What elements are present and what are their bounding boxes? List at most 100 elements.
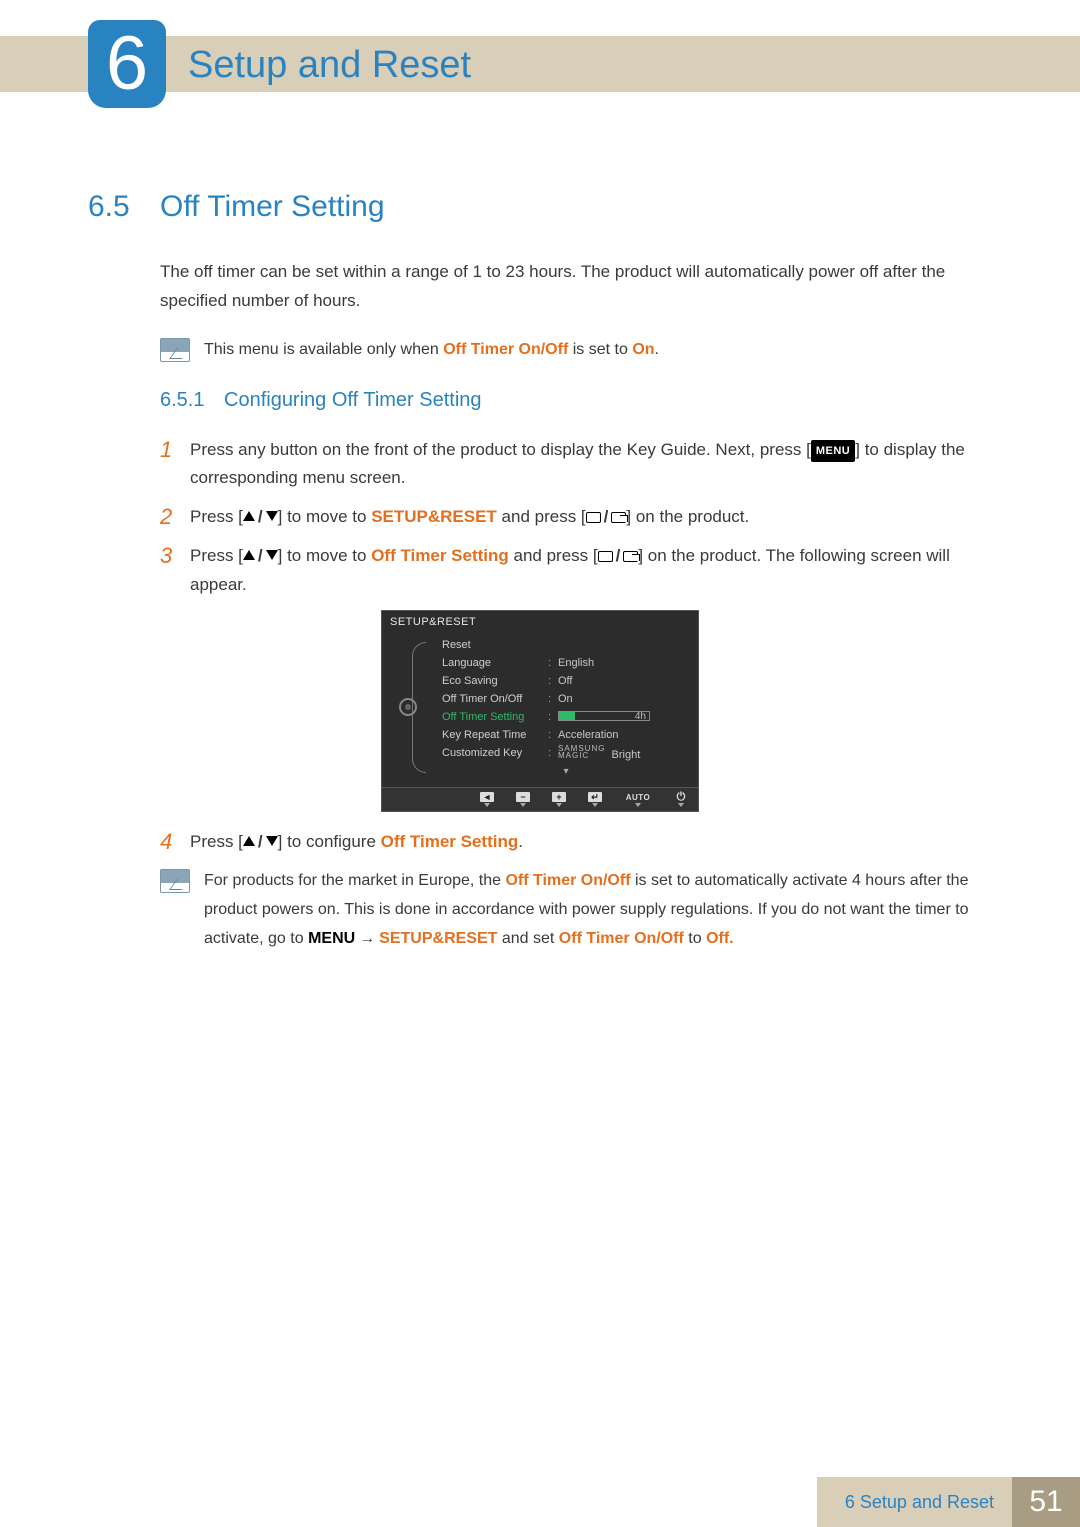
osd-screenshot: SETUP&RESET Reset Language:English Eco S…: [381, 610, 699, 812]
n2b1: Off Timer On/Off: [505, 872, 630, 889]
menu-chip-icon: MENU: [811, 440, 855, 463]
step-1: 1 Press any button on the front of the p…: [160, 436, 992, 494]
osd-enter-button: ↵: [588, 792, 602, 807]
osd-body: Reset Language:English Eco Saving:Off Of…: [382, 630, 698, 787]
osd-setting-label: Off Timer Setting: [442, 711, 548, 723]
osd-onoff-value: On: [558, 693, 690, 705]
s4target: Off Timer Setting: [381, 832, 519, 851]
power-icon: [674, 792, 688, 802]
slash-icon: /: [613, 546, 624, 565]
section-heading: 6.5 Off Timer Setting: [88, 190, 992, 224]
osd-slider: 4h: [558, 711, 650, 721]
step-3-num: 3: [160, 542, 190, 600]
colon: :: [548, 711, 558, 723]
footer-chapter-label: 6 Setup and Reset: [817, 1477, 1012, 1527]
arrow-right-icon: →: [355, 930, 379, 947]
osd-custom-label: Customized Key: [442, 747, 548, 759]
osd-row-onoff: Off Timer On/Off:On: [442, 690, 690, 708]
intro-paragraph: The off timer can be set within a range …: [160, 258, 992, 316]
note-icon: [160, 338, 190, 362]
osd-back-button: ◄: [480, 792, 494, 807]
colon: :: [548, 693, 558, 705]
s2target: SETUP&RESET: [371, 507, 497, 526]
colon: :: [548, 675, 558, 687]
osd-row-repeat: Key Repeat Time:Acceleration: [442, 726, 690, 744]
n2off: Off.: [706, 930, 734, 947]
subsection-heading: 6.5.1 Configuring Off Timer Setting: [160, 389, 992, 412]
n2a: For products for the market in Europe, t…: [204, 872, 505, 889]
osd-row-language: Language:English: [442, 654, 690, 672]
s4b: ] to configure: [278, 832, 381, 851]
osd-onoff-label: Off Timer On/Off: [442, 693, 548, 705]
step-3: 3 Press [ / ] to move to Off Timer Setting…: [160, 542, 992, 600]
subsection-number: 6.5.1: [160, 389, 224, 412]
caret-down-icon: [484, 803, 490, 807]
section-number: 6.5: [88, 190, 160, 224]
box-icon: [598, 551, 613, 562]
box-icon: [586, 512, 601, 523]
triangle-down-icon: [266, 836, 278, 846]
osd-language-label: Language: [442, 657, 548, 669]
s2b: ] to move to: [278, 507, 372, 526]
triangle-down-icon: [266, 511, 278, 521]
slash-icon: /: [601, 507, 612, 526]
colon: :: [548, 657, 558, 669]
note-icon: [160, 869, 190, 893]
step-2: 2 Press [/] to move to SETUP&RESET and p…: [160, 503, 992, 532]
chapter-title: Setup and Reset: [188, 44, 471, 87]
osd-reset-label: Reset: [442, 639, 548, 651]
caret-down-icon: [635, 803, 641, 807]
caret-down-icon: [520, 803, 526, 807]
colon: :: [548, 747, 558, 759]
plus-icon: +: [552, 792, 566, 802]
caret-down-icon: [678, 803, 684, 807]
n2d: to: [684, 930, 706, 947]
step-4-num: 4: [160, 828, 190, 857]
s3b: ] to move to: [278, 546, 372, 565]
s2d: ] on the product.: [626, 507, 749, 526]
triangle-up-icon: [243, 511, 255, 521]
s2c: and press [: [497, 507, 586, 526]
step-2-text: Press [ / ] to move to SETUP&RESET and pre…: [190, 503, 749, 532]
osd-auto-button: AUTO: [624, 792, 652, 807]
footer-page-number: 51: [1012, 1477, 1080, 1527]
s4a: Press [: [190, 832, 243, 851]
slash-icon: /: [255, 507, 266, 526]
page-footer: 6 Setup and Reset 51: [0, 1477, 1080, 1527]
osd-down-arrow: ▾: [442, 762, 690, 777]
colon: :: [548, 729, 558, 741]
osd-eco-label: Eco Saving: [442, 675, 548, 687]
enter-icon: ↵: [588, 792, 602, 802]
s3target: Off Timer Setting: [371, 546, 509, 565]
osd-footer: ◄ − + ↵ AUTO: [382, 787, 698, 811]
step-1-num: 1: [160, 436, 190, 494]
slash-icon: /: [255, 832, 266, 851]
step-1-text: Press any button on the front of the pro…: [190, 436, 992, 494]
step-4-text: Press [ / ] to configure Off Timer Setting…: [190, 828, 523, 857]
osd-repeat-label: Key Repeat Time: [442, 729, 548, 741]
note-2-text: For products for the market in Europe, t…: [204, 867, 992, 953]
magic-brand: SAMSUNG MAGIC: [558, 745, 608, 759]
triangle-up-icon: [243, 836, 255, 846]
minus-icon: −: [516, 792, 530, 802]
content-area: 6.5 Off Timer Setting The off timer can …: [88, 190, 992, 977]
slash-icon: /: [255, 546, 266, 565]
section-title: Off Timer Setting: [160, 190, 385, 224]
osd-plus-button: +: [552, 792, 566, 807]
s3a: Press [: [190, 546, 243, 565]
chapter-badge: 6: [88, 20, 166, 108]
box-enter-icon: [611, 512, 626, 523]
s2a: Press [: [190, 507, 243, 526]
magic-bot: MAGIC: [558, 751, 589, 760]
triangle-up-icon: [243, 550, 255, 560]
osd-title: SETUP&RESET: [382, 611, 698, 630]
n2c: and set: [497, 930, 558, 947]
s3c: and press [: [509, 546, 598, 565]
osd-slider-fill: [559, 712, 575, 720]
note-2: For products for the market in Europe, t…: [160, 867, 992, 953]
caret-down-icon: [556, 803, 562, 807]
n2menu: MENU: [308, 930, 355, 947]
subsection-title: Configuring Off Timer Setting: [224, 389, 482, 412]
osd-menu-list: Reset Language:English Eco Saving:Off Of…: [426, 636, 690, 777]
osd-setting-value: 4h: [558, 711, 690, 724]
